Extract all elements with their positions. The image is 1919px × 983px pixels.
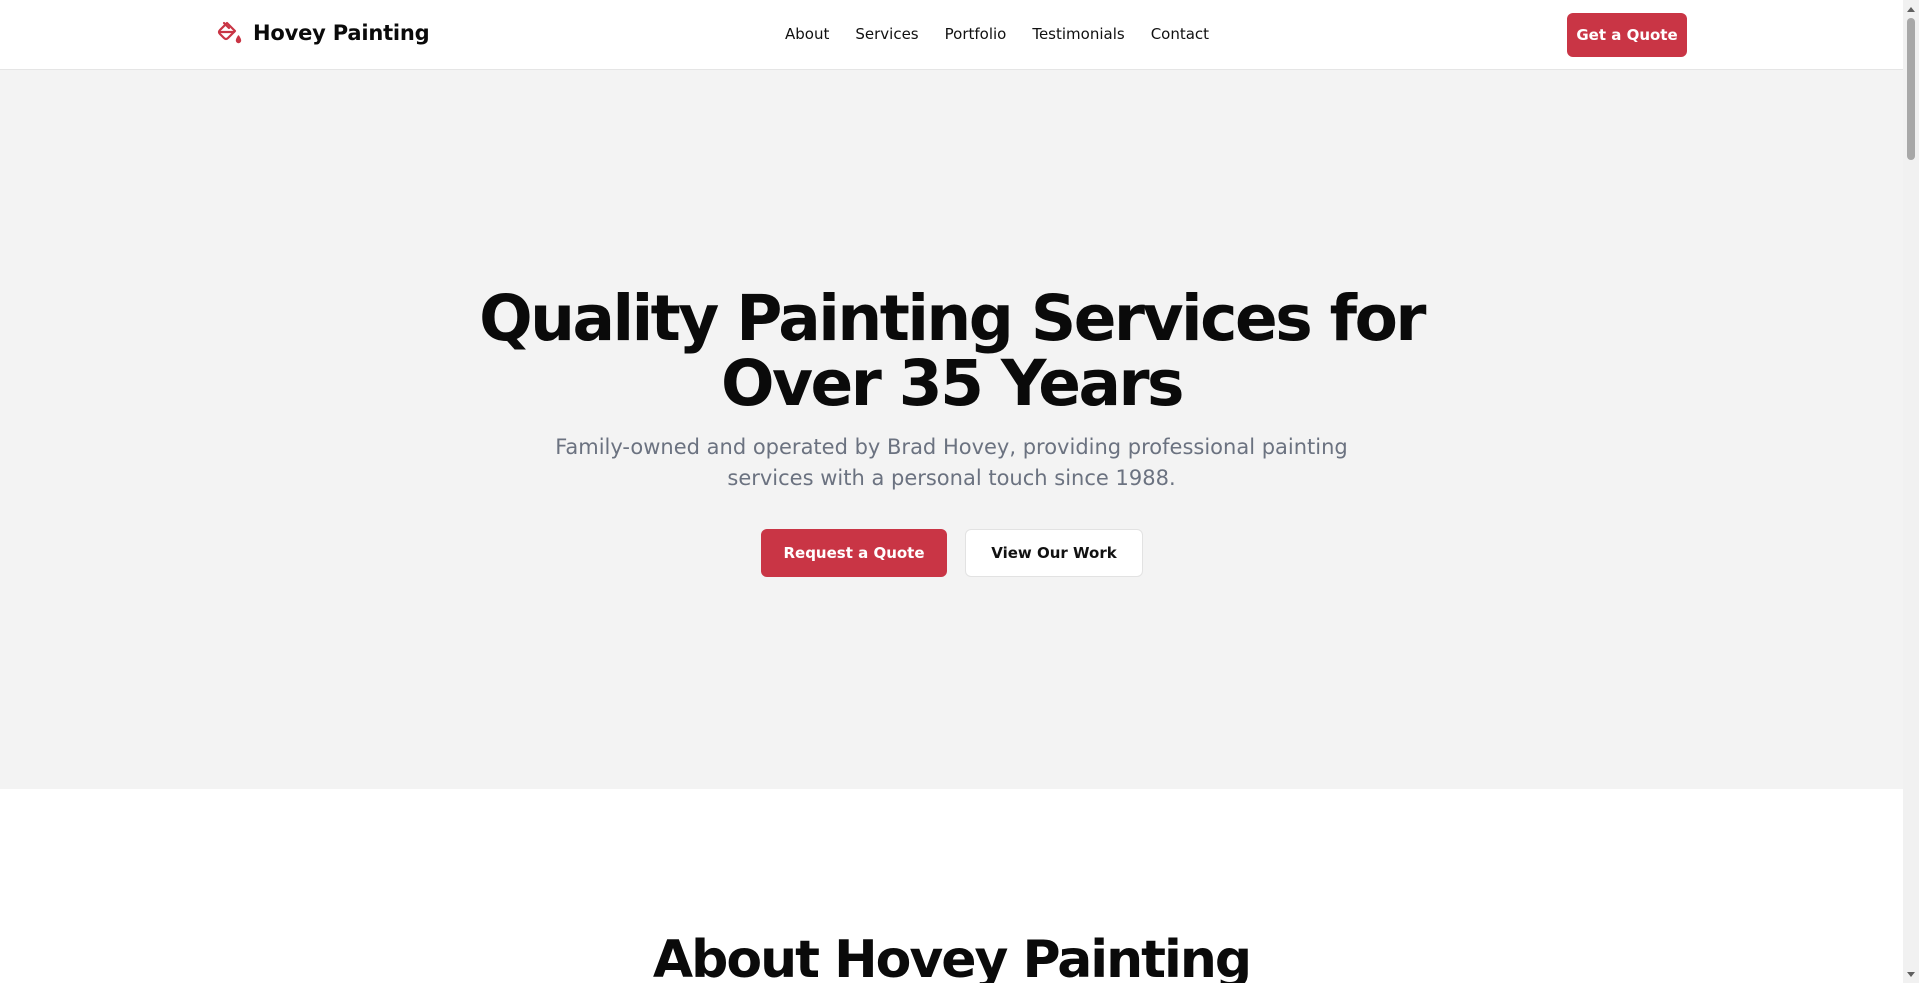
page-viewport: Hovey Painting About Services Portfolio … [0,0,1903,983]
view-our-work-button[interactable]: View Our Work [965,529,1143,577]
hero-title-line-2: Over 35 Years [720,347,1185,420]
brand[interactable]: Hovey Painting [215,19,430,47]
scroll-up-arrow-icon[interactable] [1903,2,1919,16]
site-header: Hovey Painting About Services Portfolio … [0,0,1903,70]
hero-actions: Request a Quote View Our Work [761,529,1143,577]
nav-item-about[interactable]: About [785,25,829,43]
main-nav: About Services Portfolio Testimonials Co… [785,25,1209,43]
scrollbar-thumb[interactable] [1907,18,1915,160]
nav-item-portfolio[interactable]: Portfolio [945,25,1007,43]
nav-item-testimonials[interactable]: Testimonials [1032,25,1124,43]
brand-name: Hovey Painting [253,21,430,45]
request-quote-button[interactable]: Request a Quote [761,529,947,577]
get-a-quote-button[interactable]: Get a Quote [1567,13,1687,57]
hero-section: Quality Painting Services for Over 35 Ye… [0,70,1903,789]
scroll-down-arrow-icon[interactable] [1903,967,1919,981]
hero-title-line-1: Quality Painting Services for [479,282,1426,355]
nav-item-contact[interactable]: Contact [1151,25,1209,43]
about-heading: About Hovey Painting [652,930,1252,983]
hero-subtitle: Family-owned and operated by Brad Hovey,… [555,435,1348,490]
hero-title: Quality Painting Services for Over 35 Ye… [0,286,1903,416]
vertical-scrollbar[interactable] [1903,0,1919,983]
nav-item-services[interactable]: Services [855,25,918,43]
paint-bucket-icon [215,19,243,47]
